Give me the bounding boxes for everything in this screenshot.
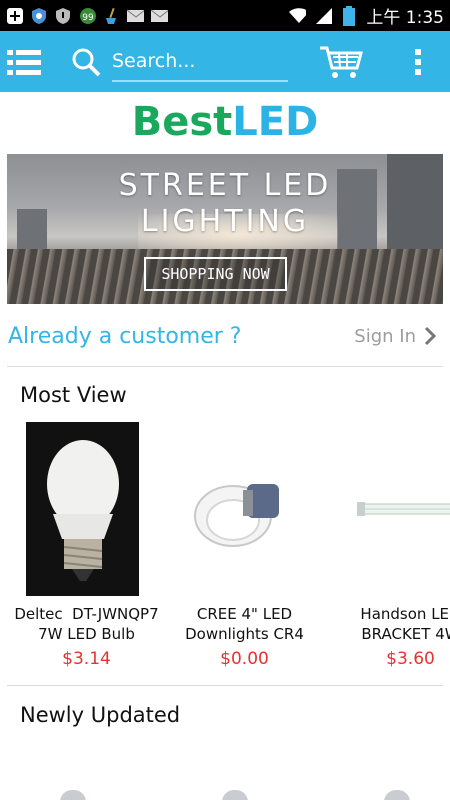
battery-99-icon: 99 bbox=[78, 7, 96, 25]
shield-gray-icon bbox=[54, 7, 72, 25]
cart-button[interactable] bbox=[316, 31, 366, 92]
led-bracket-icon bbox=[356, 502, 450, 516]
product-image bbox=[26, 422, 139, 596]
product-name: Handson LED BRACKET 4W bbox=[360, 605, 450, 643]
product-card[interactable]: Deltec DT-JWNQP7 7W LED Bulb $3.14 bbox=[4, 420, 169, 678]
sign-in-label: Sign In bbox=[354, 325, 416, 347]
signal-icon bbox=[314, 7, 333, 25]
customer-prompt: Already a customer ? bbox=[8, 323, 242, 349]
sign-in-link[interactable]: Sign In bbox=[354, 326, 436, 347]
banner-title-line2: LIGHTING bbox=[140, 204, 310, 239]
battery-icon bbox=[340, 5, 358, 26]
hamburger-icon bbox=[7, 49, 41, 75]
product-price: $3.60 bbox=[386, 649, 435, 669]
wifi-icon bbox=[288, 7, 307, 25]
newly-updated-title: Newly Updated bbox=[20, 703, 181, 727]
product-name: Deltec DT-JWNQP7 7W LED Bulb bbox=[14, 605, 159, 643]
banner-title-line1: STREET LED bbox=[118, 168, 332, 203]
product-card[interactable]: CREE 4" LED Downlights CR4 $0.00 bbox=[162, 420, 327, 678]
overflow-menu-icon bbox=[415, 48, 421, 75]
menu-button[interactable] bbox=[0, 31, 48, 92]
broom-icon bbox=[102, 7, 120, 25]
divider bbox=[7, 685, 443, 686]
logo-part-led: LED bbox=[232, 99, 319, 145]
status-bar: 99 上午 1:35 bbox=[0, 0, 450, 31]
newly-updated-list bbox=[0, 780, 450, 800]
promo-banner[interactable]: STREET LED LIGHTING SHOPPING NOW bbox=[7, 154, 443, 304]
svg-text:99: 99 bbox=[82, 13, 94, 23]
app-bar bbox=[0, 31, 450, 92]
product-price: $3.14 bbox=[62, 649, 111, 669]
search-input[interactable] bbox=[112, 41, 288, 82]
overflow-menu-button[interactable] bbox=[408, 31, 428, 92]
product-thumbnail[interactable] bbox=[222, 790, 248, 800]
product-thumbnail[interactable] bbox=[60, 790, 86, 800]
plus-box-icon bbox=[6, 7, 24, 25]
product-image bbox=[184, 422, 297, 596]
search-icon[interactable] bbox=[66, 31, 106, 92]
shield-blue-icon bbox=[30, 7, 48, 25]
customer-row: Already a customer ? Sign In bbox=[0, 314, 450, 358]
shopping-now-button[interactable]: SHOPPING NOW bbox=[144, 257, 287, 291]
led-bulb-icon bbox=[46, 440, 119, 581]
status-time: 上午 1:35 bbox=[366, 8, 444, 28]
product-price: $0.00 bbox=[220, 649, 269, 669]
product-card[interactable]: Handson LED BRACKET 4W $3.60 bbox=[328, 420, 450, 678]
downlight-icon bbox=[193, 484, 279, 547]
brand-logo: BestLED bbox=[0, 99, 450, 145]
product-thumbnail[interactable] bbox=[384, 790, 410, 800]
mail-icon bbox=[126, 7, 144, 25]
cart-icon bbox=[320, 46, 363, 78]
divider bbox=[7, 366, 443, 367]
most-view-list: Deltec DT-JWNQP7 7W LED Bulb $3.14 CREE … bbox=[0, 420, 450, 678]
product-image bbox=[350, 422, 450, 596]
logo-part-best: Best bbox=[131, 99, 233, 145]
most-view-title: Most View bbox=[20, 383, 127, 407]
chevron-right-icon bbox=[424, 326, 436, 346]
product-name: CREE 4" LED Downlights CR4 bbox=[185, 605, 304, 643]
mail-icon bbox=[150, 7, 168, 25]
